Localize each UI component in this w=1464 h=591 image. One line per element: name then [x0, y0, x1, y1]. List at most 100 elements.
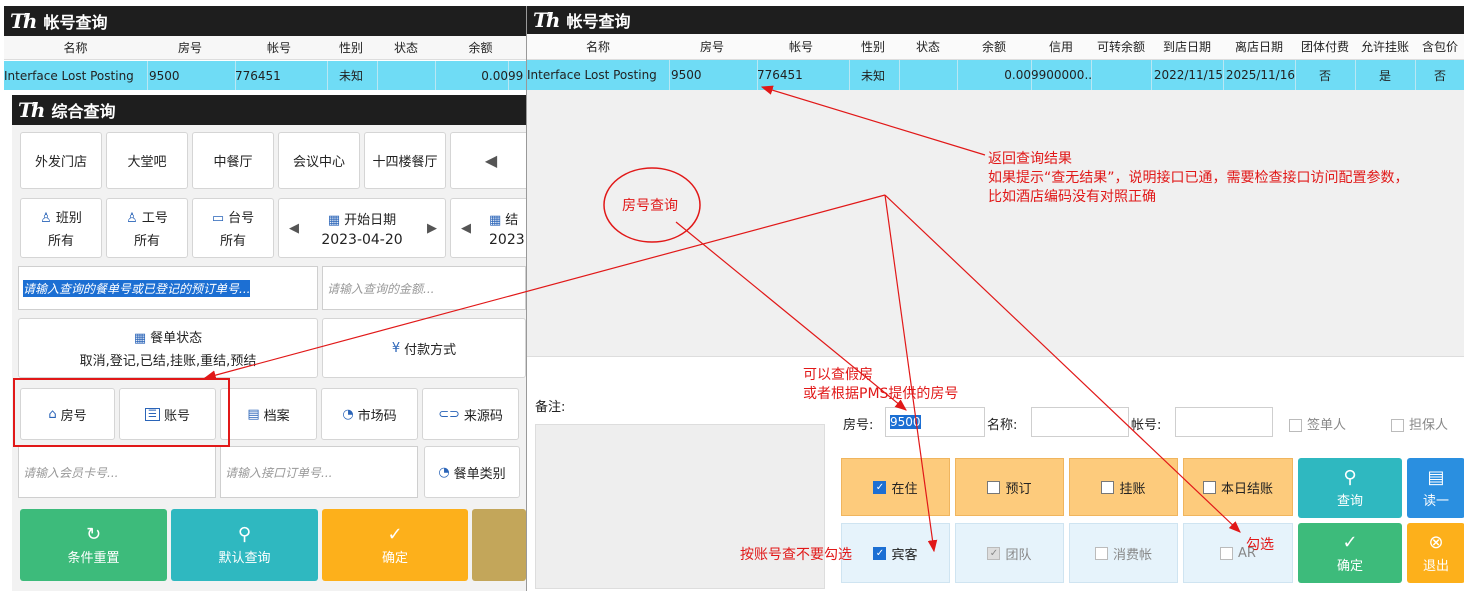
outlet-label: 大堂吧	[127, 155, 167, 170]
signer-label: 签单人	[1307, 418, 1347, 433]
default-query-button[interactable]: ⚲ 默认查询	[171, 509, 318, 581]
order-input-placeholder: 请输入查询的餐单号或已登记的预订单号...	[23, 279, 251, 297]
option-ar[interactable]: AR	[1183, 523, 1293, 583]
option-guest[interactable]: ✓ 宾客	[841, 523, 950, 583]
exit-button[interactable]: ⊗ 退出	[1407, 523, 1464, 583]
cell-arrival: 2022/11/15	[1151, 60, 1224, 90]
close-circle-icon: ⊗	[1428, 531, 1444, 553]
col-header: 名称	[63, 41, 88, 55]
market-code-button[interactable]: ◔ 市场码	[321, 388, 418, 440]
reset-button[interactable]: ↻ 条件重置	[20, 509, 167, 581]
col-header: 团体付费	[1300, 40, 1349, 54]
left-account-window: Th 帐号查询 名称 房号 帐号 性别 状态 余额 Interface Lost…	[4, 6, 526, 96]
table-row[interactable]: Interface Lost Posting 9500 776451 未知 0.…	[4, 61, 526, 90]
combo-confirm-button[interactable]: ✓ 确定	[322, 509, 468, 581]
end-date-picker[interactable]: ◀ ▦ 结 2023	[450, 198, 532, 258]
order-category-button[interactable]: ◔ 餐单类别	[424, 446, 520, 498]
staff-filter[interactable]: ♙ 工号 所有	[106, 198, 188, 258]
action-label: 默认查询	[218, 550, 271, 566]
order-status-button[interactable]: ▦ 餐单状态 取消,登记,已结,挂账,重结,预结	[18, 318, 318, 378]
left-window-title: 帐号查询	[43, 13, 108, 32]
order-number-input[interactable]: 请输入查询的餐单号或已登记的预订单号...	[18, 266, 318, 310]
cell-allow-credit: 是	[1355, 60, 1416, 90]
left-table-header: 名称 房号 帐号 性别 状态 余额	[4, 36, 526, 60]
confirm-button[interactable]: ✓ 确定	[1298, 523, 1402, 583]
table-row[interactable]: Interface Lost Posting 9500 776451 未知 0.…	[527, 60, 1464, 90]
cell-room: 9500	[147, 61, 236, 90]
option-reservation[interactable]: 预订	[955, 458, 1064, 516]
interface-order-input[interactable]: 请输入接口订单号...	[220, 446, 418, 498]
col-header: 含包价	[1421, 40, 1458, 54]
triangle-left-icon[interactable]: ◀	[461, 221, 471, 236]
option-consumption-account[interactable]: 消费帐	[1069, 523, 1178, 583]
date-label: 开始日期	[344, 212, 397, 228]
pie-chart-icon: ◔	[438, 464, 450, 480]
checkbox-icon	[1289, 419, 1302, 432]
remark-textarea[interactable]	[535, 424, 825, 589]
link-icon: ⊂⊃	[438, 406, 460, 422]
app-logo-icon: Th	[10, 9, 37, 33]
terminal-filter[interactable]: ▭ 台号 所有	[192, 198, 274, 258]
date-value: 2023-04-20	[321, 231, 403, 248]
outlet-prev-button[interactable]: ◀	[450, 132, 532, 189]
triangle-left-icon[interactable]: ◀	[289, 221, 299, 236]
name-label: 名称:	[987, 418, 1018, 433]
combo-extra-button[interactable]	[472, 509, 526, 581]
outlet-button[interactable]: 大堂吧	[106, 132, 188, 189]
cell-group-pay: 否	[1295, 60, 1356, 90]
card-icon: ▤	[1427, 466, 1445, 488]
triangle-right-icon[interactable]: ▶	[427, 221, 437, 236]
signer-checkbox[interactable]: 签单人	[1289, 414, 1346, 433]
room-value: 9500	[890, 415, 921, 429]
exit-label: 退出	[1422, 558, 1449, 574]
amount-input[interactable]: 请输入查询的金额...	[322, 266, 526, 310]
category-label: 餐单类别	[453, 466, 506, 482]
app-logo-icon: Th	[533, 8, 560, 32]
payment-method-button[interactable]: ¥ 付款方式	[322, 318, 526, 378]
read-card-button[interactable]: ▤ 读一	[1407, 458, 1464, 518]
col-header: 离店日期	[1234, 40, 1283, 54]
yen-icon: ¥	[391, 340, 401, 356]
option-label: 宾客	[891, 547, 918, 563]
profile-search-button[interactable]: ▤ 档案	[220, 388, 317, 440]
option-group[interactable]: ✓ 团队	[955, 523, 1064, 583]
source-code-button[interactable]: ⊂⊃ 来源码	[422, 388, 519, 440]
account-input[interactable]	[1175, 407, 1273, 437]
room-number-input[interactable]: 9500	[885, 407, 985, 437]
col-header: 房号	[177, 41, 202, 55]
cell-departure: 2025/11/16	[1223, 60, 1296, 90]
option-checked-out-today[interactable]: 本日结账	[1183, 458, 1293, 516]
person-icon: ♙	[126, 211, 138, 226]
triangle-left-icon: ◀	[484, 151, 498, 170]
search-type-label: 市场码	[357, 408, 397, 424]
member-input-placeholder: 请输入会员卡号...	[23, 465, 119, 480]
cell-transferable	[1091, 60, 1152, 90]
status-value: 取消,登记,已结,挂账,重结,预结	[79, 354, 257, 369]
cell-credit: 9900000...	[1031, 60, 1092, 90]
payment-label: 付款方式	[404, 342, 457, 358]
checkbox-icon	[1101, 480, 1115, 494]
checkbox-icon	[1202, 480, 1216, 494]
option-in-house[interactable]: ✓ 在住	[841, 458, 950, 516]
outlet-button[interactable]: 中餐厅	[192, 132, 274, 189]
right-window-title: 帐号查询	[566, 12, 631, 31]
option-on-credit[interactable]: 挂账	[1069, 458, 1178, 516]
filter-label: 工号	[141, 211, 168, 226]
filter-value: 所有	[47, 234, 74, 249]
col-header: 帐号	[788, 40, 813, 54]
col-header: 帐号	[266, 41, 291, 55]
outlet-button[interactable]: 会议中心	[278, 132, 360, 189]
option-label: 消费帐	[1112, 547, 1152, 563]
query-button[interactable]: ⚲ 查询	[1298, 458, 1402, 518]
cell-balance: 0.00	[435, 61, 509, 90]
outlet-button[interactable]: 十四楼餐厅	[364, 132, 446, 189]
member-card-input[interactable]: 请输入会员卡号...	[18, 446, 216, 498]
shift-filter[interactable]: ♙ 班别 所有	[20, 198, 102, 258]
guarantor-checkbox[interactable]: 担保人	[1391, 414, 1448, 433]
start-date-picker[interactable]: ◀ ▦ 开始日期 2023-04-20 ▶	[278, 198, 446, 258]
outlet-button[interactable]: 外发门店	[20, 132, 102, 189]
name-input[interactable]	[1031, 407, 1129, 437]
action-label: 条件重置	[67, 550, 120, 566]
outlet-label: 会议中心	[292, 155, 345, 170]
combo-window-title: 综合查询	[51, 102, 116, 121]
